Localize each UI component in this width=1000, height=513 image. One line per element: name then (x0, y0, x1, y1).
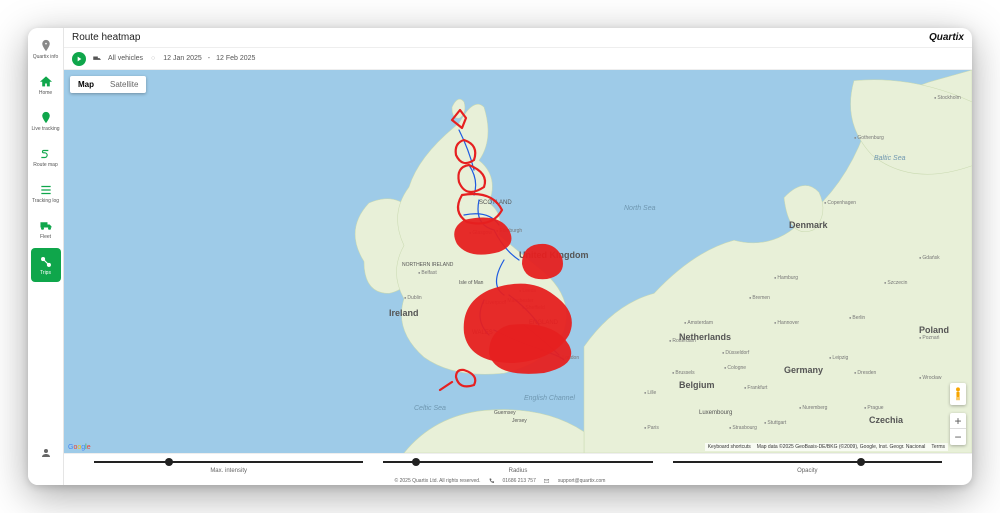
sidebar-item-live[interactable]: Live tracking (31, 104, 61, 138)
sidebar-item-label: Home (39, 91, 52, 96)
date-from[interactable]: 12 Jan 2025 (163, 55, 202, 62)
sidebar-item-home[interactable]: Home (31, 68, 61, 102)
brand-logo: Quartix (929, 32, 964, 43)
gear-icon[interactable] (40, 467, 52, 479)
slider-row: Max. intensity Radius Opacity © 2025 Qua… (64, 453, 972, 485)
sidebar-item-label: Quartix info (33, 55, 59, 60)
route-icon (39, 147, 53, 161)
intensity-label: Max. intensity (210, 468, 247, 474)
radius-thumb[interactable] (412, 458, 420, 466)
sidebar-item-log[interactable]: Tracking log (31, 176, 61, 210)
opacity-label: Opacity (797, 468, 817, 474)
email: support@quartix.com (558, 478, 606, 484)
sidebar-item-label: Trips (40, 271, 51, 276)
satellite-tab[interactable]: Satellite (102, 76, 146, 93)
sidebar-item-fleet[interactable]: Fleet (31, 212, 61, 246)
play-button[interactable] (72, 52, 86, 66)
sidebar-item-label: Route map (33, 163, 57, 168)
radius-label: Radius (509, 468, 528, 474)
zoom-out-button[interactable]: − (950, 429, 966, 445)
map-tab[interactable]: Map (70, 76, 102, 93)
sidebar: Quartix info Home Live tracking Route ma… (28, 28, 64, 485)
play-icon (75, 55, 83, 63)
pegman-icon (954, 387, 962, 401)
route-overlay (64, 70, 972, 430)
home-icon (39, 75, 53, 89)
topbar: Route heatmap Quartix (64, 28, 972, 48)
sidebar-item-route[interactable]: Route map (31, 140, 61, 174)
date-sep: - (208, 55, 210, 62)
phone-icon (488, 478, 494, 484)
radius-slider[interactable] (383, 458, 652, 466)
sidebar-item-trips[interactable]: Trips (31, 248, 61, 282)
mail-icon (544, 478, 550, 484)
vehicle-filter[interactable]: All vehicles (108, 55, 143, 62)
map-attribution: Keyboard shortcuts Map data ©2025 GeoBas… (705, 443, 948, 451)
footer: © 2025 Quartix Ltd. All rights reserved.… (395, 478, 606, 484)
pin-icon (39, 111, 53, 125)
pin-person-icon (39, 39, 53, 53)
pegman-button[interactable] (950, 383, 966, 405)
map[interactable]: North Sea Baltic Sea Celtic Sea English … (64, 70, 972, 453)
sidebar-item-label: Fleet (40, 235, 51, 240)
kbd-shortcuts[interactable]: Keyboard shortcuts (708, 444, 751, 450)
filter-bar: All vehicles ○ 12 Jan 2025 - 12 Feb 2025 (64, 48, 972, 70)
google-logo: Google (68, 444, 91, 451)
intensity-slider[interactable] (94, 458, 363, 466)
truck-icon (39, 219, 53, 233)
vehicles-icon (92, 54, 102, 64)
page-title: Route heatmap (72, 32, 140, 43)
phone: 01686 213 757 (502, 478, 535, 484)
intensity-thumb[interactable] (165, 458, 173, 466)
sidebar-item-label: Tracking log (32, 199, 59, 204)
copyright: © 2025 Quartix Ltd. All rights reserved. (395, 478, 481, 484)
map-data: Map data ©2025 GeoBasis-DE/BKG (©2009), … (757, 444, 926, 450)
separator: ○ (151, 55, 155, 62)
opacity-slider[interactable] (673, 458, 942, 466)
sidebar-item-info[interactable]: Quartix info (31, 32, 61, 66)
trips-icon (39, 255, 53, 269)
sidebar-item-label: Live tracking (31, 127, 59, 132)
date-to[interactable]: 12 Feb 2025 (216, 55, 255, 62)
map-type-switch: Map Satellite (70, 76, 146, 93)
opacity-thumb[interactable] (857, 458, 865, 466)
zoom-control: + − (950, 413, 966, 445)
list-icon (39, 183, 53, 197)
zoom-in-button[interactable]: + (950, 413, 966, 429)
user-icon[interactable] (40, 447, 52, 459)
terms-link[interactable]: Terms (931, 444, 945, 450)
